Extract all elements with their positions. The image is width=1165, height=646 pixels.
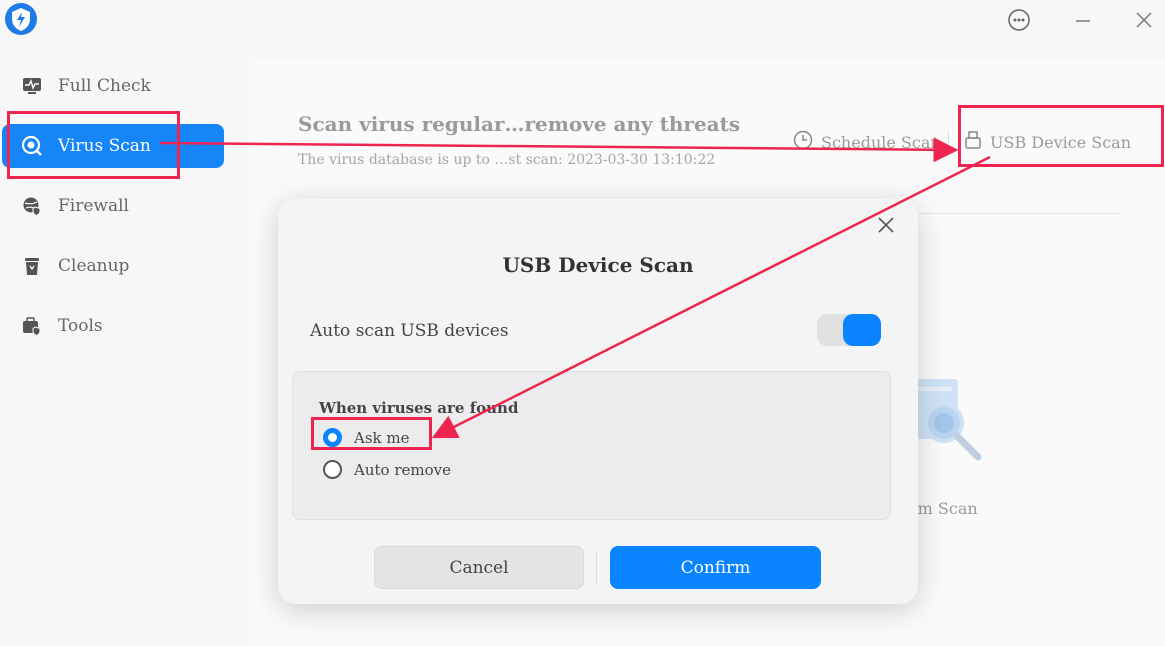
title-bar [0, 0, 1165, 50]
sidebar-item-cleanup[interactable]: Cleanup [2, 244, 224, 288]
more-options-icon[interactable] [1005, 6, 1033, 34]
sidebar-item-tools[interactable]: Tools [2, 304, 224, 348]
schedule-scan-button[interactable]: Schedule Scan [793, 130, 941, 154]
toolbox-icon [2, 316, 58, 336]
schedule-scan-label: Schedule Scan [821, 132, 941, 152]
dialog-title: USB Device Scan [502, 253, 694, 277]
toggle-knob [843, 314, 881, 346]
page-title: Scan virus regular…remove any threats [298, 112, 741, 136]
app-logo-icon [4, 2, 38, 36]
sidebar-item-firewall[interactable]: Firewall [2, 184, 224, 228]
auto-scan-toggle[interactable] [817, 314, 881, 346]
annotation-box-ask-me [311, 417, 432, 450]
sidebar-item-label: Tools [58, 316, 103, 336]
divider [596, 551, 597, 585]
custom-scan-illustration-icon [910, 373, 990, 473]
firewall-globe-icon [2, 196, 58, 216]
annotation-box-virus-scan [7, 111, 180, 179]
sidebar-item-full-check[interactable]: Full Check [2, 64, 224, 108]
divider [948, 132, 949, 152]
close-icon[interactable] [876, 215, 896, 235]
virus-database-status: The virus database is up to …st scan: 20… [298, 152, 716, 168]
auto-scan-label: Auto scan USB devices [310, 321, 509, 341]
options-title: When viruses are found [319, 399, 519, 417]
sidebar-item-label: Full Check [58, 76, 151, 96]
annotation-box-usb-device-scan [958, 105, 1164, 167]
usb-device-scan-dialog: USB Device Scan Auto scan USB devices Wh… [278, 199, 918, 604]
custom-scan-label[interactable]: om Scan [908, 499, 978, 518]
option-auto-remove[interactable]: Auto remove [323, 460, 451, 479]
pulse-monitor-icon [2, 77, 58, 95]
sidebar-item-label: Firewall [58, 196, 129, 216]
radio-unchecked-icon[interactable] [323, 460, 342, 479]
clock-icon [793, 130, 813, 154]
close-window-icon[interactable] [1130, 6, 1158, 34]
sidebar-item-label: Cleanup [58, 256, 130, 276]
trash-icon [2, 256, 58, 276]
confirm-button[interactable]: Confirm [610, 546, 821, 589]
minimize-icon[interactable] [1069, 6, 1097, 34]
cancel-button[interactable]: Cancel [374, 546, 584, 589]
option-label: Auto remove [354, 460, 451, 479]
